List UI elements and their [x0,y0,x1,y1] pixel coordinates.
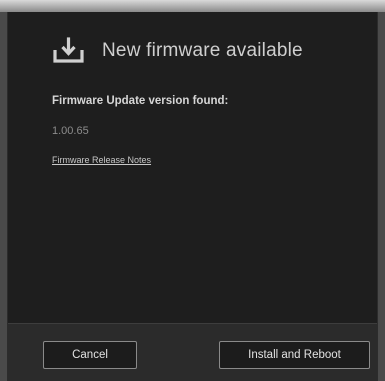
release-notes-link[interactable]: Firmware Release Notes [52,155,151,165]
cancel-button[interactable]: Cancel [43,341,137,369]
dialog-header: New firmware available [52,36,303,66]
firmware-version: 1.00.65 [52,125,89,137]
install-and-reboot-button[interactable]: Install and Reboot [219,341,370,369]
window-top-strip [0,0,385,12]
dialog-title: New firmware available [102,40,303,61]
version-found-label: Firmware Update version found: [52,95,229,107]
firmware-dialog: New firmware available Firmware Update v… [7,12,378,381]
dialog-footer: Cancel Install and Reboot [8,323,377,381]
download-icon [52,37,85,65]
page: New firmware available Firmware Update v… [0,0,385,381]
